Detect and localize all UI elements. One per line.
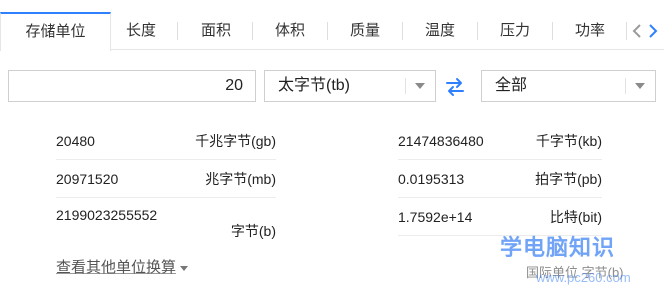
result-unit: 千字节(kb) — [535, 133, 602, 149]
from-unit-select[interactable]: 太字节(tb) — [264, 70, 436, 102]
result-row: 21474836480 千字节(kb) — [398, 122, 602, 160]
tab-divider — [477, 22, 478, 40]
more-units-label: 查看其他单位换算 — [56, 259, 177, 276]
result-value: 1.7592e+14 — [398, 209, 473, 225]
result-unit: 兆字节(mb) — [205, 171, 276, 187]
tab-divider — [177, 22, 178, 40]
tab-divider — [252, 22, 253, 40]
result-value: 21474836480 — [398, 133, 484, 149]
watermark-site: www.pc260.com — [536, 270, 631, 285]
watermark-logo: 学电脑知识 — [500, 235, 616, 260]
tab-divider — [552, 22, 553, 40]
result-row: 2199023255552 字节(b) — [56, 198, 276, 240]
caret-down-icon — [180, 265, 189, 271]
result-row: 0.0195313 拍字节(pb) — [398, 160, 602, 198]
result-value: 20971520 — [56, 171, 119, 187]
tab-volume[interactable]: 体积 — [261, 12, 319, 50]
from-unit-value: 太字节(tb) — [278, 77, 351, 94]
result-value: 0.0195313 — [398, 171, 465, 187]
tab-pressure[interactable]: 压力 — [486, 12, 544, 50]
tab-area[interactable]: 面积 — [187, 12, 245, 50]
result-value: 20480 — [56, 133, 95, 149]
value-input[interactable] — [8, 70, 256, 102]
tab-divider — [402, 22, 403, 40]
tab-divider — [327, 22, 328, 40]
unit-converter: 存储单位 长度 面积 体积 质量 温度 压力 功率 太字节(tb) — [0, 0, 664, 291]
category-tabs: 存储单位 长度 面积 体积 质量 温度 压力 功率 — [0, 12, 664, 51]
swap-arrows-icon — [446, 78, 464, 96]
tab-temperature[interactable]: 温度 — [411, 12, 469, 50]
to-unit-select[interactable]: 全部 — [481, 70, 656, 102]
tab-prev-button[interactable] — [630, 12, 644, 50]
chevron-left-icon — [632, 24, 641, 38]
dropdown-toggle[interactable] — [625, 71, 655, 101]
result-value: 2199023255552 — [56, 207, 158, 223]
swap-units-button[interactable] — [444, 76, 466, 98]
dropdown-toggle[interactable] — [405, 71, 435, 101]
to-unit-value: 全部 — [495, 77, 528, 94]
tab-length[interactable]: 长度 — [112, 12, 170, 50]
caret-down-icon — [635, 83, 645, 89]
tab-divider — [626, 22, 627, 40]
tab-power[interactable]: 功率 — [561, 12, 619, 50]
result-unit: 千兆字节(gb) — [195, 133, 276, 149]
caret-down-icon — [415, 83, 425, 89]
result-unit: 字节(b) — [230, 223, 276, 239]
chevron-right-icon — [649, 24, 658, 38]
tab-mass[interactable]: 质量 — [336, 12, 394, 50]
tab-storage-units[interactable]: 存储单位 — [0, 12, 111, 51]
tab-next-button[interactable] — [646, 12, 660, 50]
result-row: 20971520 兆字节(mb) — [56, 160, 276, 198]
result-unit: 拍字节(pb) — [535, 171, 602, 187]
more-units-link[interactable]: 查看其他单位换算 — [56, 256, 189, 277]
result-row: 20480 千兆字节(gb) — [56, 122, 276, 160]
